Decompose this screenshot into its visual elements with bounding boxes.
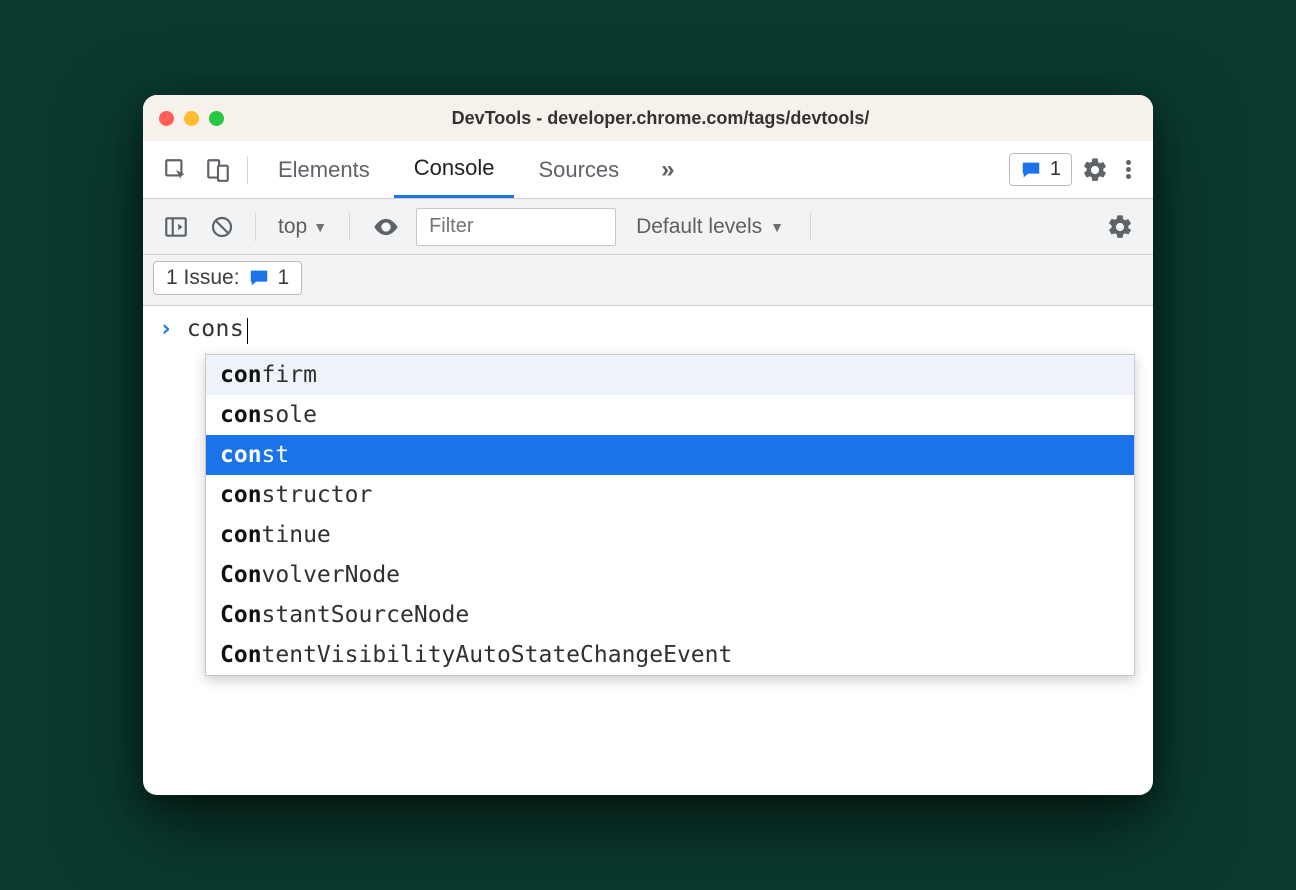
console-settings-button[interactable] xyxy=(1101,208,1139,246)
autocomplete-item[interactable]: ConstantSourceNode xyxy=(206,595,1134,635)
divider xyxy=(810,213,811,241)
dropdown-triangle-icon: ▼ xyxy=(313,219,327,235)
divider xyxy=(247,156,248,184)
issues-badge[interactable]: 1 xyxy=(1009,153,1072,186)
close-window-button[interactable] xyxy=(159,111,174,126)
autocomplete-item[interactable]: console xyxy=(206,395,1134,435)
gear-icon xyxy=(1081,156,1109,184)
eye-icon xyxy=(372,213,400,241)
speech-bubble-icon xyxy=(248,267,270,289)
console-prompt[interactable]: › cons xyxy=(143,306,1153,352)
tab-sources[interactable]: Sources xyxy=(518,142,639,198)
titlebar: DevTools - developer.chrome.com/tags/dev… xyxy=(143,95,1153,141)
issues-chip[interactable]: 1 Issue: 1 xyxy=(153,261,302,295)
filter-input[interactable] xyxy=(416,208,616,246)
dropdown-triangle-icon: ▼ xyxy=(770,219,784,235)
execution-context-selector[interactable]: top ▼ xyxy=(270,215,335,239)
log-levels-selector[interactable]: Default levels ▼ xyxy=(624,215,796,239)
autocomplete-item[interactable]: constructor xyxy=(206,475,1134,515)
issues-label: 1 Issue: xyxy=(166,266,240,290)
console-body: › cons confirmconsoleconstconstructorcon… xyxy=(143,306,1153,352)
autocomplete-item[interactable]: const xyxy=(206,435,1134,475)
minimize-window-button[interactable] xyxy=(184,111,199,126)
more-options-button[interactable] xyxy=(1118,160,1139,179)
autocomplete-item[interactable]: ConvolverNode xyxy=(206,555,1134,595)
devtools-window: DevTools - developer.chrome.com/tags/dev… xyxy=(143,95,1153,795)
divider xyxy=(255,213,256,241)
live-expression-button[interactable] xyxy=(364,213,408,241)
issues-count: 1 xyxy=(278,266,290,290)
issues-bar: 1 Issue: 1 xyxy=(143,255,1153,306)
context-label: top xyxy=(278,215,307,239)
autocomplete-item[interactable]: continue xyxy=(206,515,1134,555)
device-toggle-icon[interactable] xyxy=(199,151,237,189)
text-cursor xyxy=(247,318,248,344)
prompt-input-text[interactable]: cons xyxy=(187,316,244,342)
divider xyxy=(349,213,350,241)
speech-bubble-icon xyxy=(1020,159,1042,181)
tab-console[interactable]: Console xyxy=(394,142,515,198)
more-tabs-button[interactable]: » xyxy=(643,156,692,184)
window-title: DevTools - developer.chrome.com/tags/dev… xyxy=(244,108,1077,129)
autocomplete-popup: confirmconsoleconstconstructorcontinueCo… xyxy=(205,354,1135,676)
autocomplete-item[interactable]: confirm xyxy=(206,355,1134,395)
inspect-element-icon[interactable] xyxy=(157,151,195,189)
window-controls xyxy=(159,111,224,126)
console-toolbar: top ▼ Default levels ▼ xyxy=(143,199,1153,255)
gear-icon xyxy=(1106,213,1134,241)
main-tabs-toolbar: Elements Console Sources » 1 xyxy=(143,141,1153,199)
clear-console-button[interactable] xyxy=(203,208,241,246)
autocomplete-item[interactable]: ContentVisibilityAutoStateChangeEvent xyxy=(206,635,1134,675)
settings-button[interactable] xyxy=(1076,151,1114,189)
tab-elements[interactable]: Elements xyxy=(258,142,390,198)
issues-badge-count: 1 xyxy=(1050,158,1061,181)
clear-icon xyxy=(210,215,234,239)
prompt-chevron-icon: › xyxy=(159,316,173,342)
toggle-sidebar-button[interactable] xyxy=(157,208,195,246)
maximize-window-button[interactable] xyxy=(209,111,224,126)
levels-label: Default levels xyxy=(636,215,762,239)
